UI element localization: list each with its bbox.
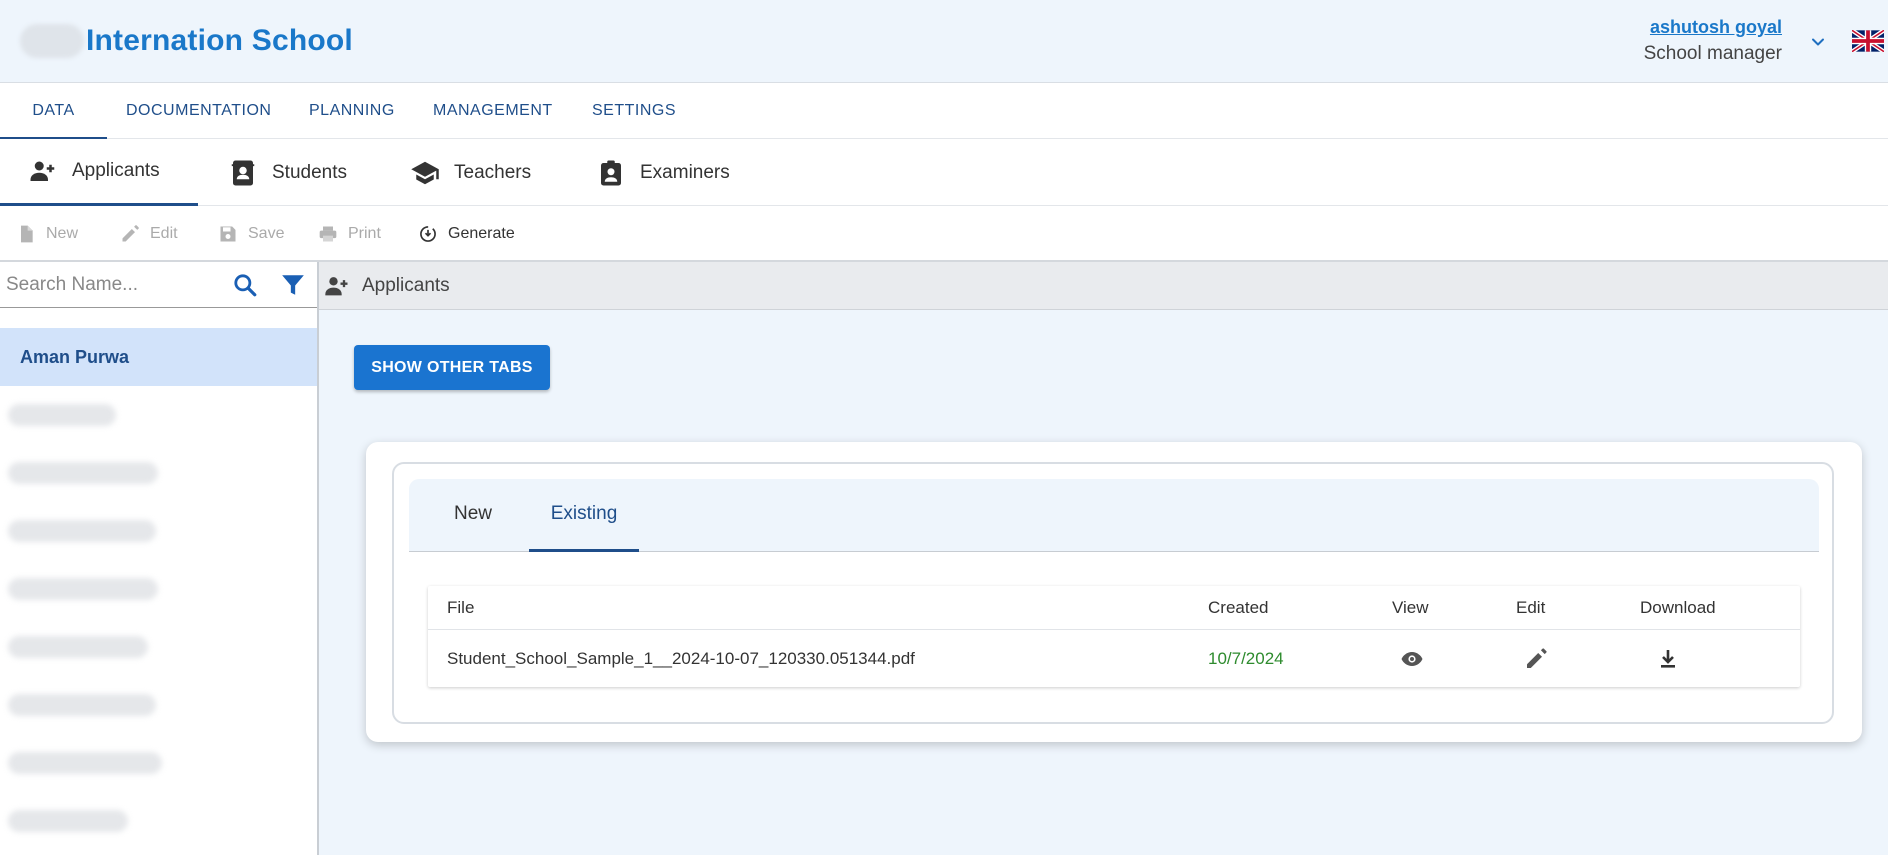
print-button-label: Print — [348, 225, 381, 242]
documents-card: New Existing File Created View Edit Down… — [366, 442, 1862, 742]
search-input[interactable] — [6, 268, 226, 302]
new-button[interactable]: New — [16, 206, 78, 262]
print-button[interactable]: Print — [318, 206, 381, 262]
redacted-name — [8, 810, 128, 832]
tab-examiners-label: Examiners — [640, 161, 730, 183]
generate-button-label: Generate — [448, 225, 515, 242]
column-header-download: Download — [1640, 598, 1716, 617]
search-icon[interactable] — [232, 272, 258, 298]
eye-icon[interactable] — [1400, 647, 1424, 671]
redacted-name — [8, 404, 116, 426]
file-name: Student_School_Sample_1__2024-10-07_1203… — [447, 649, 915, 668]
list-item[interactable] — [0, 560, 317, 618]
edit-button[interactable]: Edit — [120, 206, 178, 262]
edit-button-label: Edit — [150, 225, 178, 242]
new-button-label: New — [46, 225, 79, 242]
tab-students-label: Students — [272, 161, 347, 183]
tab-examiners[interactable]: Examiners — [596, 139, 730, 206]
created-date: 10/7/2024 — [1208, 649, 1284, 668]
redacted-name — [8, 752, 162, 774]
app-header: Internation School ashutosh goyal School… — [0, 0, 1888, 83]
user-name-link[interactable]: ashutosh goyal — [1644, 17, 1782, 38]
user-role: School manager — [1643, 43, 1782, 64]
nav-management[interactable]: MANAGEMENT — [433, 83, 553, 139]
filter-icon[interactable] — [280, 272, 306, 298]
tab-existing[interactable]: Existing — [529, 479, 639, 552]
chevron-down-icon[interactable] — [1808, 32, 1828, 52]
badge-icon — [601, 160, 621, 185]
list-item[interactable] — [0, 676, 317, 734]
list-item[interactable] — [0, 618, 317, 676]
redacted-name — [8, 462, 158, 484]
add-person-icon — [30, 161, 55, 181]
list-item[interactable]: Aman Purwa — [0, 328, 317, 386]
generate-button[interactable]: Generate — [418, 206, 515, 262]
nav-documentation[interactable]: DOCUMENTATION — [126, 83, 271, 139]
main-content: Applicants SHOW OTHER TABS New Existing … — [319, 262, 1888, 855]
list-item[interactable] — [0, 792, 317, 850]
pencil-icon — [122, 225, 139, 242]
documents-card-inner: New Existing File Created View Edit Down… — [392, 462, 1834, 724]
redacted-name — [8, 694, 156, 716]
nav-data[interactable]: DATA — [0, 83, 107, 139]
pencil-icon[interactable] — [1524, 647, 1548, 671]
redacted-name — [8, 520, 156, 542]
save-button-label: Save — [248, 225, 285, 242]
download-icon[interactable] — [1656, 647, 1680, 671]
tab-teachers[interactable]: Teachers — [410, 139, 531, 206]
contact-book-icon — [231, 160, 255, 185]
column-header-created: Created — [1208, 598, 1269, 617]
app-title: Internation School — [86, 24, 353, 57]
column-header-view: View — [1392, 598, 1429, 617]
tab-teachers-label: Teachers — [454, 161, 532, 183]
nav-settings[interactable]: SETTINGS — [592, 83, 676, 139]
save-button[interactable]: Save — [218, 206, 284, 262]
list-item[interactable] — [0, 386, 317, 444]
school-icon — [411, 161, 439, 184]
tab-applicants[interactable]: Applicants — [0, 139, 198, 206]
column-header-file: File — [447, 598, 475, 617]
tab-applicants-label: Applicants — [72, 160, 160, 181]
tab-new[interactable]: New — [433, 479, 513, 552]
floppy-icon — [220, 226, 236, 242]
entity-tabs: Applicants Students Teachers Examiners — [0, 139, 1888, 206]
applicant-list-panel: Aman Purwa — [0, 262, 319, 855]
column-header-edit: Edit — [1516, 598, 1546, 617]
generate-icon — [420, 226, 436, 242]
add-person-icon — [325, 276, 348, 295]
list-item[interactable] — [0, 502, 317, 560]
action-toolbar: New Edit Save Print Generate — [0, 206, 1888, 262]
search-bar — [0, 262, 317, 308]
section-header: Applicants — [319, 262, 1888, 310]
document-tabs: New Existing — [409, 479, 1819, 552]
redacted-name — [8, 636, 148, 658]
uk-flag-icon[interactable] — [1852, 30, 1884, 52]
user-info: ashutosh goyal School manager — [1644, 17, 1782, 65]
file-icon — [21, 225, 33, 243]
section-title: Applicants — [362, 274, 450, 296]
school-logo — [20, 24, 84, 58]
applicant-list: Aman Purwa — [0, 328, 317, 850]
redacted-name — [8, 578, 158, 600]
show-other-tabs-button[interactable]: SHOW OTHER TABS — [354, 345, 550, 390]
list-item[interactable] — [0, 734, 317, 792]
tab-students[interactable]: Students — [228, 139, 347, 206]
nav-planning[interactable]: PLANNING — [309, 83, 395, 139]
list-item[interactable] — [0, 444, 317, 502]
top-navigation: DATA DOCUMENTATION PLANNING MANAGEMENT S… — [0, 83, 1888, 139]
printer-icon — [319, 226, 337, 242]
table-row: Student_School_Sample_1__2024-10-07_1203… — [428, 629, 1800, 687]
files-table: File Created View Edit Download Student_… — [428, 586, 1800, 687]
